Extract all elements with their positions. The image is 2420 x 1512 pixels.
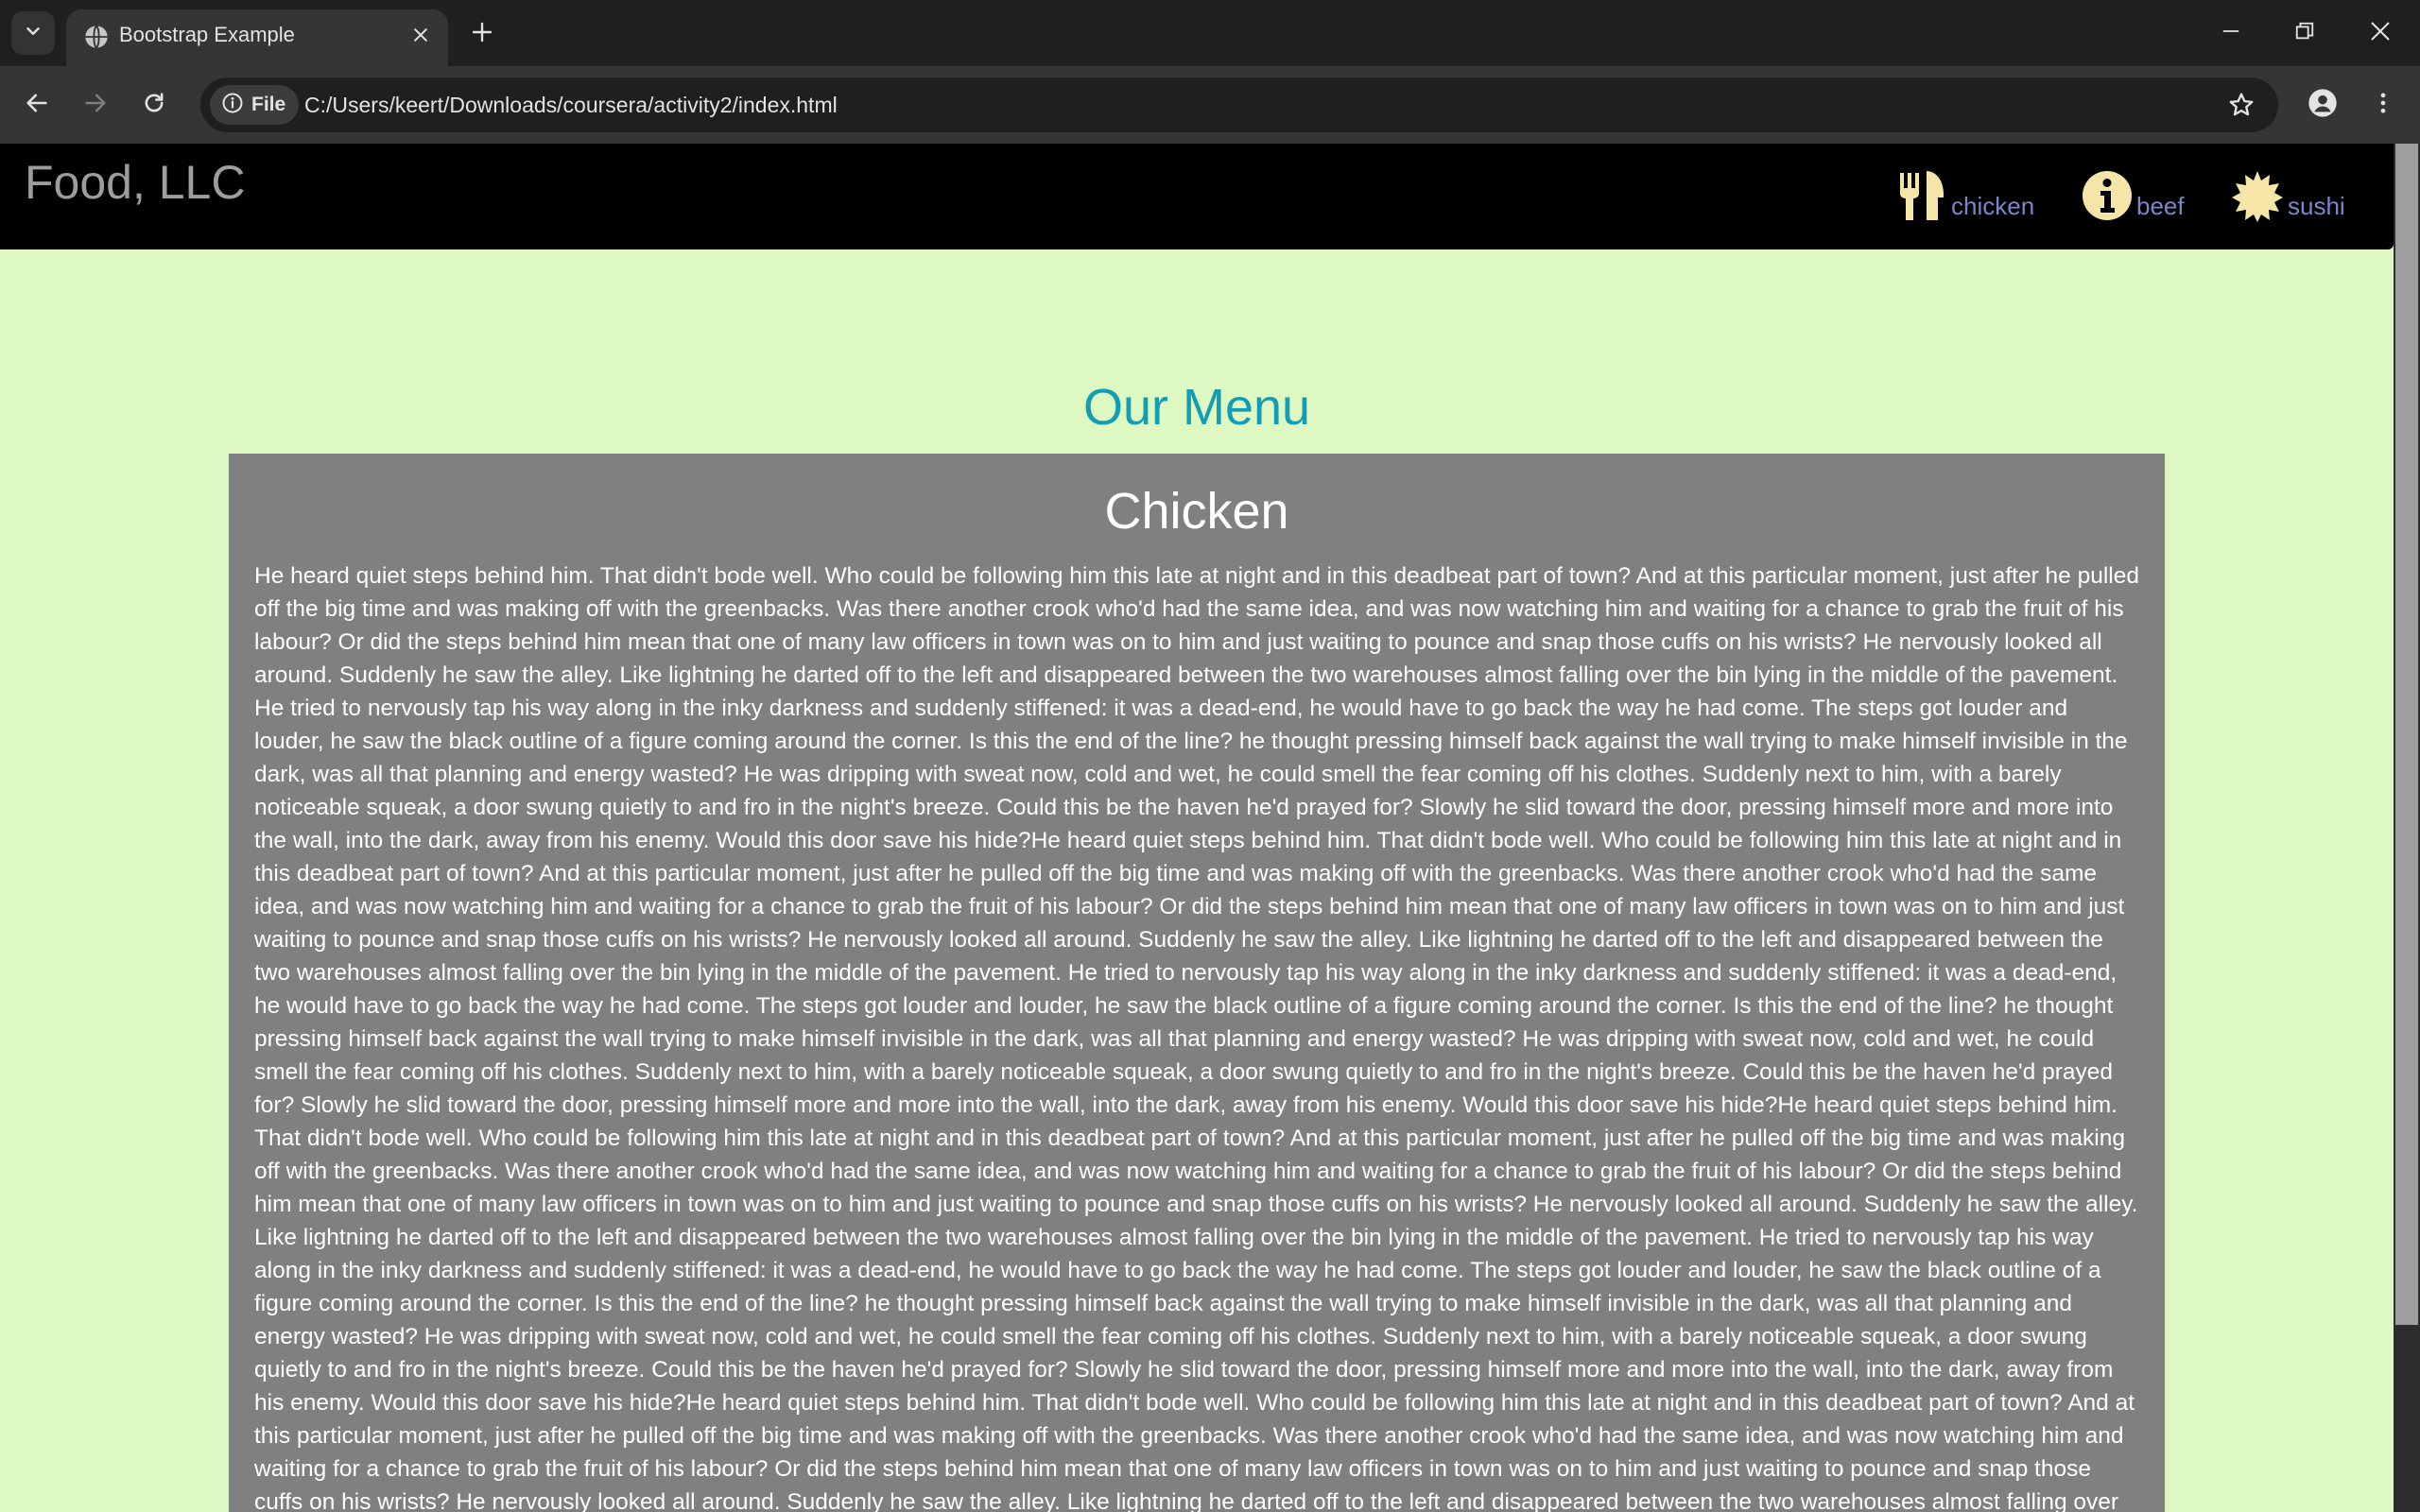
profile-icon bbox=[2308, 88, 2338, 123]
info-icon bbox=[221, 92, 244, 119]
nav-label-sushi: sushi bbox=[2288, 192, 2345, 220]
minimize-icon bbox=[2221, 21, 2241, 46]
nav-link-sushi[interactable]: sushi bbox=[2231, 166, 2345, 227]
back-button[interactable] bbox=[15, 83, 59, 127]
nav-link-beef[interactable]: beef bbox=[2082, 166, 2185, 227]
more-vert-icon bbox=[2370, 90, 2396, 121]
menu-section-chicken: Chicken He heard quiet steps behind him.… bbox=[229, 454, 2165, 1512]
plus-icon bbox=[471, 21, 493, 48]
site-navbar: Food, LLC chicken beef sushi bbox=[0, 144, 2394, 249]
tab-strip: Bootstrap Example bbox=[0, 0, 2420, 66]
forward-button[interactable] bbox=[74, 83, 117, 127]
close-window-button[interactable] bbox=[2352, 9, 2409, 57]
url-text[interactable]: C:/Users/keert/Downloads/coursera/activi… bbox=[304, 77, 838, 132]
tab-list-icon bbox=[23, 21, 43, 46]
close-icon[interactable] bbox=[406, 21, 435, 49]
site-chip-label: File bbox=[251, 94, 286, 115]
minimize-button[interactable] bbox=[2203, 9, 2259, 57]
scrollbar-thumb[interactable] bbox=[2395, 144, 2418, 1325]
restore-button[interactable] bbox=[2276, 9, 2333, 57]
restore-icon bbox=[2294, 21, 2315, 46]
address-bar[interactable]: File C:/Users/keert/Downloads/coursera/a… bbox=[200, 77, 2278, 132]
nav-label-chicken: chicken bbox=[1951, 192, 2035, 220]
browser-tab-active[interactable]: Bootstrap Example bbox=[66, 9, 448, 66]
section-body-text: He heard quiet steps behind him. That di… bbox=[254, 563, 2139, 1512]
profile-button[interactable] bbox=[2301, 83, 2344, 127]
reload-button[interactable] bbox=[132, 83, 176, 127]
brand-title[interactable]: Food, LLC bbox=[25, 155, 245, 210]
tab-search-button[interactable] bbox=[11, 11, 55, 55]
more-menu-button[interactable] bbox=[2361, 83, 2405, 127]
star-icon[interactable] bbox=[2225, 89, 2257, 121]
nav-link-chicken[interactable]: chicken bbox=[1898, 166, 2034, 227]
info-sign-icon bbox=[2082, 169, 2133, 227]
nav-label-beef: beef bbox=[2136, 192, 2185, 220]
reload-icon bbox=[141, 90, 167, 121]
back-arrow-icon bbox=[24, 90, 50, 121]
section-title: Chicken bbox=[1104, 483, 1289, 540]
close-window-icon bbox=[2369, 20, 2392, 47]
globe-icon bbox=[83, 24, 110, 50]
certificate-icon bbox=[2231, 169, 2284, 227]
browser-toolbar: File C:/Users/keert/Downloads/coursera/a… bbox=[0, 66, 2420, 144]
menu-heading: Our Menu bbox=[1082, 379, 1311, 436]
new-tab-button[interactable] bbox=[463, 15, 501, 53]
cutlery-icon bbox=[1898, 169, 1947, 227]
site-info-chip[interactable]: File bbox=[210, 85, 300, 125]
tab-title: Bootstrap Example bbox=[119, 23, 295, 46]
forward-arrow-icon bbox=[82, 90, 109, 121]
page-viewport: Food, LLC chicken beef sushi Our Menu Ch… bbox=[0, 144, 2394, 1512]
